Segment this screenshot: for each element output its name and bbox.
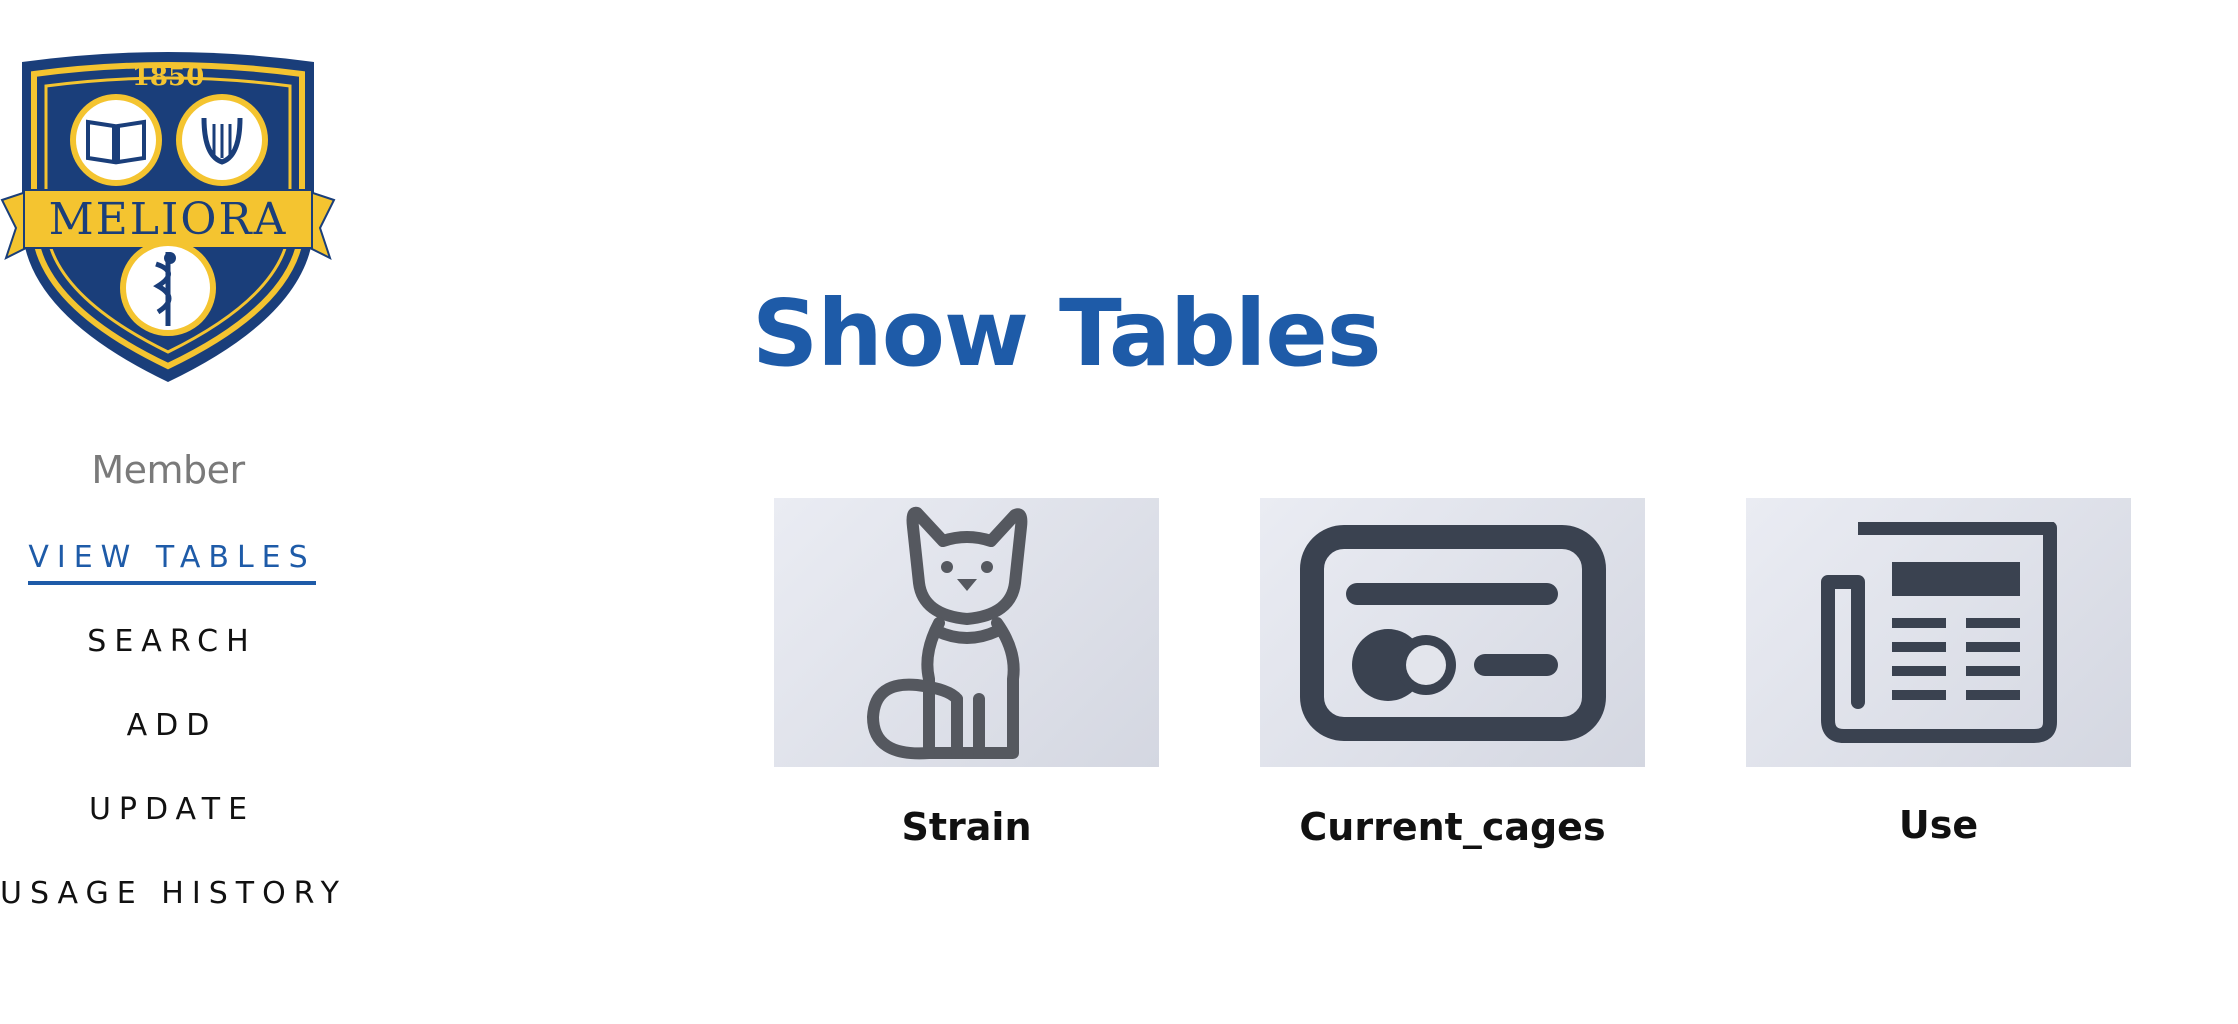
card-thumbnail[interactable] bbox=[774, 498, 1159, 767]
university-seal-icon: 1850 MELIORA bbox=[0, 52, 336, 382]
sidebar-nav: VIEW TABLES SEARCH ADD UPDATE USAGE HIST… bbox=[0, 540, 339, 960]
nav-add[interactable]: ADD bbox=[0, 708, 336, 792]
cat-icon bbox=[866, 506, 1027, 759]
user-role-label: Member bbox=[91, 448, 245, 492]
nav-view-tables[interactable]: VIEW TABLES bbox=[0, 540, 336, 624]
card-label[interactable]: Current_cages bbox=[1260, 805, 1645, 849]
nav-item-label: VIEW TABLES bbox=[28, 540, 316, 585]
card-thumbnail[interactable] bbox=[1746, 498, 2131, 767]
table-card-current-cages[interactable]: Current_cages bbox=[1260, 498, 1645, 849]
sidebar: 1850 MELIORA Member VIEW TABLES SEARCH A… bbox=[0, 0, 339, 1024]
nav-item-label: USAGE HISTORY bbox=[0, 876, 347, 911]
nav-search[interactable]: SEARCH bbox=[0, 624, 336, 708]
nav-item-label: UPDATE bbox=[88, 792, 256, 827]
nav-item-label: SEARCH bbox=[87, 624, 257, 659]
id-card-icon bbox=[1299, 524, 1606, 741]
card-label[interactable]: Use bbox=[1746, 803, 2131, 847]
card-thumbnail[interactable] bbox=[1260, 498, 1645, 767]
university-logo[interactable]: 1850 MELIORA bbox=[0, 52, 336, 382]
page-title: Show Tables bbox=[752, 280, 1382, 387]
table-card-strain[interactable]: Strain bbox=[774, 498, 1159, 849]
nav-item-label: ADD bbox=[126, 708, 218, 743]
logo-motto: MELIORA bbox=[49, 194, 288, 245]
card-label[interactable]: Strain bbox=[774, 805, 1159, 849]
table-card-use[interactable]: Use bbox=[1746, 498, 2131, 847]
nav-usage-history[interactable]: USAGE HISTORY bbox=[0, 876, 339, 960]
logo-year: 1850 bbox=[132, 62, 204, 92]
nav-update[interactable]: UPDATE bbox=[0, 792, 336, 876]
newspaper-icon bbox=[1820, 521, 2057, 743]
